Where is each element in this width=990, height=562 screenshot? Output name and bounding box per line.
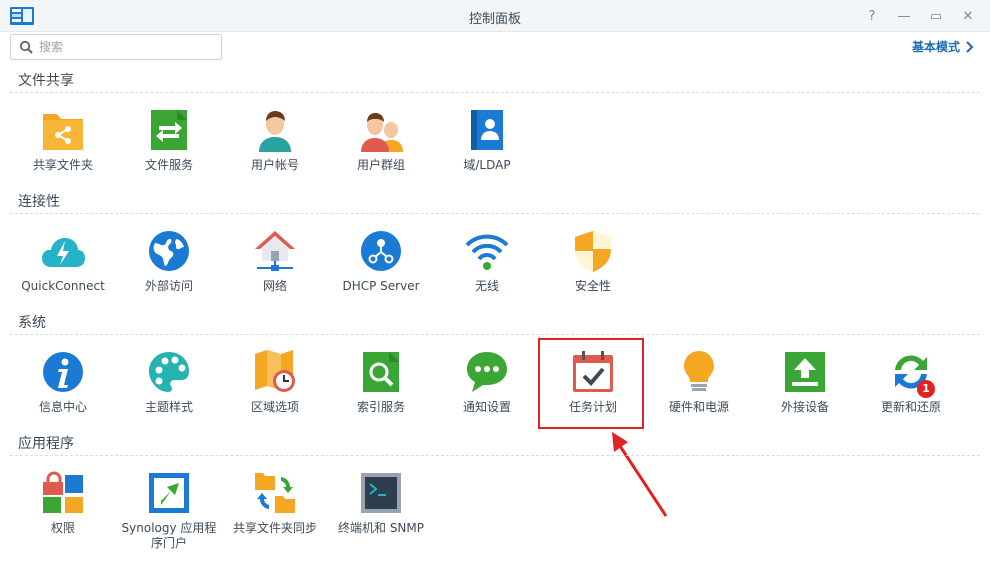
tile-wireless[interactable]: 无线: [434, 229, 540, 311]
help-icon: ?: [868, 8, 876, 24]
section-title-applications: 应用程序: [18, 436, 74, 452]
tile-label: QuickConnect: [21, 279, 105, 293]
index-search-icon: [363, 352, 399, 392]
tile-hardware-power[interactable]: 硬件和电源: [646, 350, 752, 432]
file-services-icon: [151, 110, 187, 150]
shield-icon: [575, 231, 611, 272]
network-house-icon: [255, 231, 295, 271]
minimize-icon: —: [897, 8, 911, 24]
tile-label: 信息中心: [38, 400, 87, 414]
domain-ldap-icon: [471, 110, 503, 150]
globe-icon: [149, 231, 189, 271]
tile-label: DHCP Server: [342, 279, 420, 293]
tile-label: 安全性: [574, 279, 611, 293]
tile-theme[interactable]: 主题样式: [116, 350, 222, 432]
group-icon: [361, 113, 403, 152]
wifi-icon: [465, 234, 509, 270]
update-badge: 1: [917, 380, 935, 398]
map-clock-icon: [255, 350, 295, 392]
section-title-file-sharing: 文件共享: [18, 73, 74, 89]
search-icon: [19, 40, 33, 54]
tile-label: 外部访问: [144, 279, 193, 293]
lightbulb-icon: [684, 351, 714, 391]
section-divider: [10, 92, 980, 93]
tile-indexing-service[interactable]: 索引服务: [328, 350, 434, 432]
info-icon: [43, 352, 83, 392]
tile-label: 共享文件夹: [32, 158, 93, 172]
chevron-right-icon: [966, 40, 974, 53]
tile-label: 更新和还原: [880, 400, 941, 414]
section-title-system: 系统: [18, 315, 46, 331]
tile-file-services[interactable]: 文件服务: [116, 108, 222, 190]
tile-label: 文件服务: [144, 158, 193, 172]
section-divider: [10, 334, 980, 335]
tile-label: 索引服务: [356, 400, 405, 414]
help-button[interactable]: ?: [862, 6, 882, 26]
tile-permissions[interactable]: 权限: [10, 471, 116, 553]
maximize-icon: ▭: [929, 8, 943, 24]
close-icon: ✕: [962, 8, 974, 24]
tile-label-line2: 序门户: [150, 536, 187, 550]
tile-label: 终端机和 SNMP: [338, 521, 424, 535]
shared-folder-icon: [43, 114, 83, 150]
portal-arrow-icon: [149, 473, 189, 513]
section-divider: [10, 213, 980, 214]
tile-label: 权限: [50, 521, 75, 535]
tile-label: 用户帐号: [250, 158, 299, 172]
permissions-icon: [43, 471, 83, 513]
tile-quickconnect[interactable]: QuickConnect: [10, 229, 116, 311]
tile-regional-options[interactable]: 区域选项: [222, 350, 328, 432]
search-box[interactable]: [10, 34, 222, 60]
basic-mode-link[interactable]: 基本模式: [912, 38, 974, 55]
upload-device-icon: [785, 352, 825, 392]
section-title-connectivity: 连接性: [18, 194, 60, 210]
tile-update-restore[interactable]: 1 更新和还原: [858, 350, 964, 432]
minimize-button[interactable]: —: [894, 6, 914, 26]
tile-user-account[interactable]: 用户帐号: [222, 108, 328, 190]
tile-notification[interactable]: 通知设置: [434, 350, 540, 432]
tile-label: 域/LDAP: [463, 158, 511, 172]
tile-label: 用户群组: [356, 158, 405, 172]
terminal-icon: [361, 473, 401, 513]
tile-application-portal[interactable]: Synology 应用程 序门户: [116, 471, 222, 553]
tile-terminal-snmp[interactable]: 终端机和 SNMP: [328, 471, 434, 553]
tile-shared-folder-sync[interactable]: 共享文件夹同步: [222, 471, 328, 553]
highlight-box: [538, 338, 644, 429]
window-title: 控制面板: [468, 12, 521, 27]
tile-dhcp-server[interactable]: DHCP Server: [328, 229, 434, 311]
tile-shared-folder[interactable]: 共享文件夹: [10, 108, 116, 190]
tile-label-line1: Synology 应用程: [121, 521, 217, 535]
tile-info-center[interactable]: 信息中心: [10, 350, 116, 432]
palette-icon: [149, 352, 189, 392]
tile-label: 无线: [474, 279, 499, 293]
user-icon: [259, 111, 291, 152]
tile-user-group[interactable]: 用户群组: [328, 108, 434, 190]
quickconnect-icon: [42, 238, 85, 267]
title-bar: 控制面板 ? — ▭ ✕: [0, 0, 990, 32]
tile-security[interactable]: 安全性: [540, 229, 646, 311]
tile-label: Synology 应用程 序门户: [116, 521, 222, 551]
section-divider: [10, 455, 980, 456]
tile-domain-ldap[interactable]: 域/LDAP: [434, 108, 540, 190]
tile-label: 硬件和电源: [668, 400, 729, 414]
maximize-button[interactable]: ▭: [926, 6, 946, 26]
tile-label: 区域选项: [250, 400, 299, 414]
folder-sync-icon: [255, 473, 295, 513]
search-input[interactable]: [39, 38, 215, 56]
tile-label: 网络: [262, 279, 287, 293]
tile-external-access[interactable]: 外部访问: [116, 229, 222, 311]
chat-bubble-icon: [467, 352, 507, 392]
tile-label: 主题样式: [144, 400, 193, 414]
tile-network[interactable]: 网络: [222, 229, 328, 311]
tile-external-devices[interactable]: 外接设备: [752, 350, 858, 432]
annotation-arrow-icon: [612, 432, 668, 517]
tile-label: 共享文件夹同步: [232, 521, 317, 535]
close-button[interactable]: ✕: [958, 6, 978, 26]
tile-label: 通知设置: [462, 400, 511, 414]
tile-label: 外接设备: [780, 400, 829, 414]
basic-mode-label: 基本模式: [911, 40, 960, 54]
dhcp-icon: [361, 231, 401, 271]
